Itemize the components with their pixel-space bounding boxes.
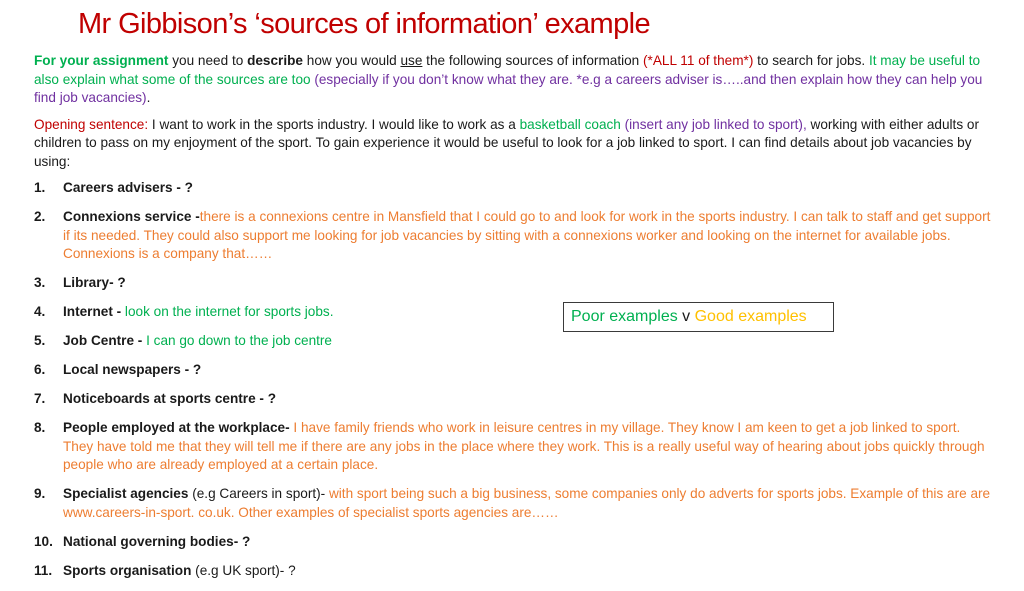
intro-use: use — [400, 53, 423, 68]
list-number: 10. — [34, 533, 53, 549]
versus-label: v — [677, 308, 695, 325]
opening-job: basketball coach — [519, 116, 621, 132]
opening-label: Opening sentence: — [34, 116, 149, 132]
list-number: 3. — [34, 275, 46, 290]
list-item: 10. National governing bodies- ? — [34, 533, 994, 552]
list-item: 3. Library- ? — [34, 274, 994, 293]
intro-text-2: how you would — [302, 53, 401, 68]
opening-paragraph: Opening sentence: I want to work in the … — [34, 116, 994, 172]
source-name: National governing bodies- ? — [63, 533, 251, 549]
list-number: 2. — [34, 209, 46, 224]
source-name: Connexions service - — [63, 209, 200, 224]
source-text: I can go down to the job centre — [142, 333, 332, 348]
poor-examples-label: Poor examples — [571, 308, 678, 325]
intro-text-1: you need to — [168, 53, 248, 68]
source-name: Internet - — [63, 304, 122, 319]
source-name: Specialist agencies — [63, 486, 189, 501]
list-item: 7. Noticeboards at sports centre - ? — [34, 390, 994, 409]
list-item: 6. Local newspapers - ? — [34, 361, 994, 380]
list-number: 11. — [34, 562, 53, 578]
source-name: Sports organisation — [63, 562, 192, 578]
source-name: Noticeboards at sports centre - ? — [63, 391, 277, 406]
intro-text-4: to search for jobs. — [753, 53, 869, 68]
source-extra: (e.g UK sport)- ? — [191, 562, 296, 578]
assignment-text: For your assignment you need to describe… — [34, 52, 994, 591]
intro-paragraph: For your assignment you need to describe… — [34, 52, 994, 108]
list-item: 9. Specialist agencies (e.g Careers in sp… — [34, 485, 994, 522]
list-number: 7. — [34, 391, 46, 406]
list-item: 1. Careers advisers - ? — [34, 179, 994, 198]
intro-text-3: the following sources of information — [422, 53, 644, 68]
source-text: look on the internet for sports jobs. — [121, 304, 334, 319]
list-item: 4. Internet - look on the internet for sp… — [34, 303, 994, 322]
intro-end: . — [146, 90, 151, 105]
source-text: there is a connexions centre in Mansfiel… — [63, 209, 991, 261]
list-item: 5. Job Centre - I can go down to the job … — [34, 332, 994, 351]
source-name: Local newspapers - ? — [63, 362, 202, 377]
opening-insert: (insert any job linked to sport), — [620, 116, 807, 132]
list-number: 6. — [34, 362, 46, 377]
list-number: 5. — [34, 333, 46, 348]
intro-lead: For your assignment — [34, 53, 169, 68]
source-name: Library- ? — [63, 275, 126, 290]
list-number: 4. — [34, 304, 46, 319]
sources-list: 1. Careers advisers - ? 2. Connexions serv… — [34, 179, 994, 580]
examples-callout-box: Poor examples v Good examples — [563, 302, 834, 332]
list-item: 8. People employed at the workplace- I ha… — [34, 419, 994, 475]
source-name: Job Centre - — [63, 333, 143, 348]
page-title: Mr Gibbison’s ‘sources of information’ e… — [78, 8, 651, 40]
source-extra: (e.g Careers in sport)- — [188, 486, 326, 501]
source-name: People employed at the workplace- — [63, 420, 290, 435]
list-number: 1. — [34, 180, 46, 195]
list-item: 11. Sports organisation (e.g UK sport)- ? — [34, 562, 994, 581]
source-name: Careers advisers - ? — [63, 180, 193, 195]
intro-all-11: (*ALL 11 of them*) — [643, 53, 754, 68]
list-number: 8. — [34, 420, 46, 435]
good-examples-label: Good examples — [694, 308, 807, 325]
opening-text-1: I want to work in the sports industry. I… — [148, 116, 520, 132]
list-item: 2. Connexions service -there is a connexi… — [34, 208, 994, 264]
intro-describe: describe — [247, 53, 303, 68]
list-number: 9. — [34, 486, 46, 501]
